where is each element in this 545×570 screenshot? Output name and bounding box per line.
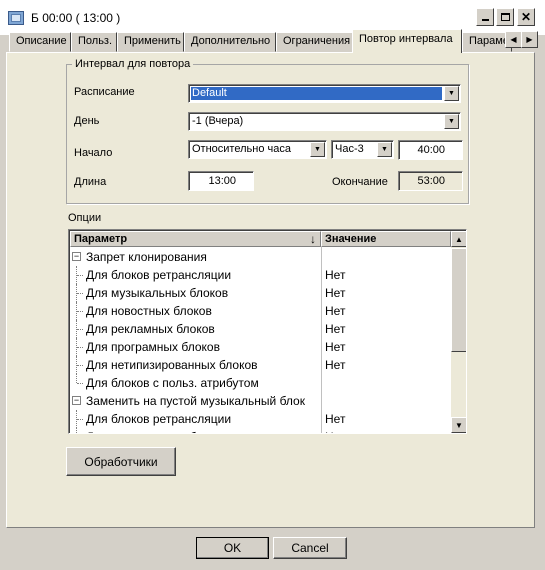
start-mode-value: Относительно часа xyxy=(192,143,291,155)
maximize-button[interactable] xyxy=(496,8,514,26)
option-param: Для музыкальных блоков xyxy=(86,430,228,433)
tree-line xyxy=(76,374,83,383)
close-icon: ✕ xyxy=(520,10,532,24)
option-value[interactable]: Нет xyxy=(325,268,345,282)
option-param: Заменить на пустой музыкальный блок xyxy=(86,394,305,408)
option-value[interactable]: Нет xyxy=(325,340,345,354)
start-mode-select[interactable]: Относительно часа ▼ xyxy=(188,140,327,159)
tree-branch xyxy=(77,419,83,420)
chevron-down-icon[interactable]: ▼ xyxy=(377,142,392,157)
option-param: Для блоков ретрансляции xyxy=(86,412,232,426)
option-row[interactable]: Для нетипизированных блоков Нет xyxy=(69,356,450,374)
scroll-up-button[interactable]: ▲ xyxy=(451,231,466,247)
schedule-label: Расписание xyxy=(74,86,135,98)
day-select[interactable]: -1 (Вчера) ▼ xyxy=(188,112,461,131)
chevron-down-icon[interactable]: ▼ xyxy=(444,114,459,129)
options-scrollbar[interactable]: ▲ ▼ xyxy=(451,231,466,433)
option-param: Для блоков ретрансляции xyxy=(86,268,232,282)
collapse-icon[interactable]: − xyxy=(72,252,81,261)
options-grid[interactable]: Параметр ↓ Значение − Запрет клонирования… xyxy=(68,229,467,434)
option-value[interactable]: Нет xyxy=(325,430,345,433)
chevron-down-icon[interactable]: ▼ xyxy=(310,142,325,157)
collapse-icon[interactable]: − xyxy=(72,396,81,405)
day-label: День xyxy=(74,115,100,127)
tab-user[interactable]: Польз. xyxy=(71,32,117,52)
tab-apply[interactable]: Применить xyxy=(117,32,184,52)
interval-group-title: Интервал для повтора xyxy=(72,58,194,70)
end-label: Окончание xyxy=(332,176,388,188)
start-hour-value: Час-3 xyxy=(335,143,364,155)
length-label: Длина xyxy=(74,176,107,188)
tab-scroll-left-button[interactable]: ◀ xyxy=(505,31,522,48)
schedule-select[interactable]: Default ▼ xyxy=(188,84,461,103)
option-value[interactable]: Нет xyxy=(325,358,345,372)
arrow-right-icon: ▶ xyxy=(526,35,533,44)
scroll-thumb[interactable] xyxy=(451,248,466,352)
tab-additional[interactable]: Дополнительно xyxy=(184,32,276,52)
tab-scroll-right-button[interactable]: ▶ xyxy=(521,31,538,48)
minimize-button[interactable] xyxy=(476,8,494,26)
group-row[interactable]: − Запрет клонирования xyxy=(69,248,450,266)
option-row[interactable]: Для програмных блоков Нет xyxy=(69,338,450,356)
tree-line xyxy=(76,428,83,433)
maximize-icon xyxy=(500,13,510,21)
length-input[interactable]: 13:00 xyxy=(188,171,254,191)
options-label: Опции xyxy=(68,212,102,224)
minimize-icon xyxy=(481,19,489,21)
tree-branch xyxy=(77,365,83,366)
tree-branch xyxy=(77,275,83,276)
tab-repeat-interval[interactable]: Повтор интервала xyxy=(352,29,462,53)
option-value[interactable]: Нет xyxy=(325,304,345,318)
column-header-value[interactable]: Значение xyxy=(321,231,451,247)
option-value[interactable]: Нет xyxy=(325,322,345,336)
arrow-down-icon: ▼ xyxy=(455,420,463,430)
option-param: Для блоков с польз. атрибутом xyxy=(86,376,259,390)
start-hour-select[interactable]: Час-3 ▼ xyxy=(331,140,394,159)
schedule-value: Default xyxy=(192,87,227,99)
ok-button[interactable]: OK xyxy=(196,537,269,559)
close-button[interactable]: ✕ xyxy=(517,8,535,26)
scroll-down-button[interactable]: ▼ xyxy=(451,417,466,433)
cancel-button[interactable]: Cancel xyxy=(273,537,347,559)
option-value[interactable]: Нет xyxy=(325,412,345,426)
app-icon xyxy=(8,11,24,25)
option-param: Для музыкальных блоков xyxy=(86,286,229,300)
tree-branch xyxy=(77,347,83,348)
tree-branch xyxy=(77,383,83,384)
start-time-input[interactable]: 40:00 xyxy=(398,140,463,160)
tree-branch xyxy=(77,311,83,312)
arrow-up-icon: ▲ xyxy=(455,234,463,244)
column-header-param[interactable]: Параметр ↓ xyxy=(70,231,321,247)
start-label: Начало xyxy=(74,147,113,159)
day-value: -1 (Вчера) xyxy=(192,115,244,127)
option-row[interactable]: Для блоков ретрансляции Нет xyxy=(69,266,450,284)
option-row[interactable]: Для музыкальных блоков Нет xyxy=(69,428,450,433)
chevron-down-icon[interactable]: ▼ xyxy=(444,86,459,101)
option-param: Для новостных блоков xyxy=(86,304,212,318)
schedule-selection-highlight xyxy=(191,87,442,100)
option-param: Для нетипизированных блоков xyxy=(86,358,258,372)
option-row[interactable]: Для блоков с польз. атрибутом xyxy=(69,374,450,392)
window-title: Б 00:00 ( 13:00 ) xyxy=(31,11,121,25)
option-row[interactable]: Для музыкальных блоков Нет xyxy=(69,284,450,302)
option-value[interactable]: Нет xyxy=(325,286,345,300)
tree-branch xyxy=(77,329,83,330)
group-row[interactable]: − Заменить на пустой музыкальный блок xyxy=(69,392,450,410)
column-header-param-label: Параметр xyxy=(74,233,128,245)
tab-description[interactable]: Описание xyxy=(9,32,71,52)
tree-branch xyxy=(77,293,83,294)
option-param: Для програмных блоков xyxy=(86,340,220,354)
option-param: Запрет клонирования xyxy=(86,250,207,264)
end-value: 53:00 xyxy=(398,171,463,191)
option-row[interactable]: Для рекламных блоков Нет xyxy=(69,320,450,338)
option-row[interactable]: Для новостных блоков Нет xyxy=(69,302,450,320)
tab-restrictions[interactable]: Ограничения xyxy=(276,32,354,52)
sort-arrow-down-icon: ↓ xyxy=(310,232,316,246)
option-param: Для рекламных блоков xyxy=(86,322,215,336)
arrow-left-icon: ◀ xyxy=(510,35,517,44)
handlers-button[interactable]: Обработчики xyxy=(66,447,176,476)
option-row[interactable]: Для блоков ретрансляции Нет xyxy=(69,410,450,428)
